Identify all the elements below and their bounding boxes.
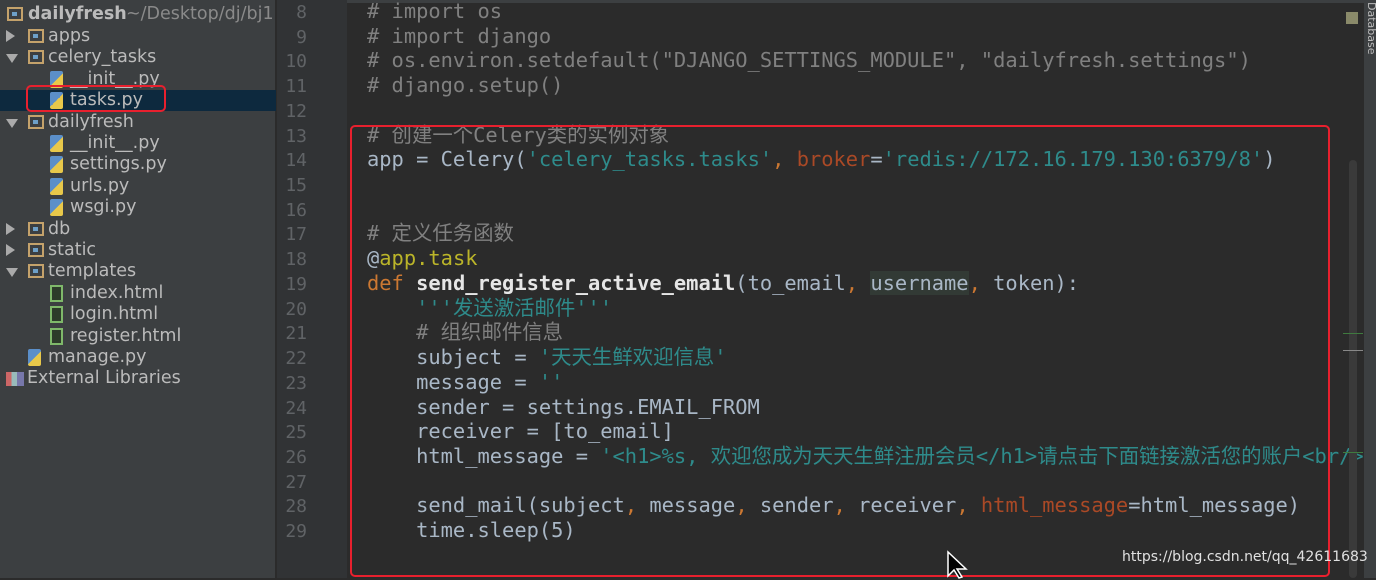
python-file-icon <box>50 156 63 174</box>
tree-item-label: settings.py <box>70 154 167 175</box>
watermark: https://blog.csdn.net/qq_42611683 <box>1122 549 1368 565</box>
line-number: 18 <box>285 249 307 271</box>
html-file-icon <box>50 284 63 302</box>
tree-item-label: static <box>48 240 97 260</box>
code-line: # django.setup() <box>367 73 563 98</box>
tree-item-label: db <box>48 218 71 239</box>
line-number: 15 <box>285 175 307 197</box>
highlight-box-code <box>350 125 1330 577</box>
line-number: 16 <box>285 199 307 221</box>
tree-item-label: manage.py <box>48 347 147 367</box>
python-file-icon <box>50 135 63 152</box>
folder-icon <box>7 7 23 21</box>
code-line: # import os <box>367 0 502 24</box>
tree-item[interactable]: settings.py <box>0 154 276 175</box>
code-line: # import django <box>367 24 551 49</box>
editor-scrollbar[interactable] <box>1349 160 1357 578</box>
inspection-status-icon[interactable] <box>1346 12 1358 24</box>
line-number: 25 <box>285 422 307 444</box>
tree-item[interactable]: __init__.py <box>0 133 276 154</box>
database-tab[interactable]: Database <box>1365 2 1376 55</box>
line-number-gutter: 8 9 10 11 12 13 14 15 16 17 18 19 20 21 22 23 24 25 26 27 28… <box>277 0 347 578</box>
chevron-right-icon[interactable] <box>6 222 15 235</box>
tree-item[interactable]: login.html <box>0 304 276 325</box>
code-line: # os.environ.setdefault("DJANGO_SETTINGS… <box>367 48 1251 73</box>
tree-item-label: index.html <box>70 282 164 303</box>
line-number: 8 <box>296 2 307 23</box>
root-path: ~/Desktop/dj/bj1 <box>126 4 274 24</box>
library-icon <box>6 372 24 387</box>
tree-item[interactable]: register.html <box>0 326 276 347</box>
chevron-down-icon[interactable] <box>6 54 18 64</box>
tree-item-label: External Libraries <box>27 368 181 389</box>
root-name: dailyfresh <box>28 4 127 24</box>
folder-icon <box>28 243 44 257</box>
code-token: # django.setup() <box>367 73 564 98</box>
tree-item-label: apps <box>48 26 91 46</box>
line-number: 28 <box>285 496 307 518</box>
caret-marker <box>1343 350 1363 351</box>
tree-item[interactable]: db <box>0 219 276 240</box>
chevron-down-icon[interactable] <box>6 268 18 278</box>
tree-item-label: __init__.py <box>70 133 160 153</box>
python-file-icon <box>50 199 63 217</box>
right-tool-strip <box>1364 0 1376 578</box>
folder-icon <box>28 50 44 65</box>
tree-item[interactable]: wsgi.py <box>0 197 276 218</box>
python-file-icon <box>28 349 41 366</box>
line-number: 13 <box>285 125 307 147</box>
html-file-icon <box>50 306 63 324</box>
line-number: 29 <box>285 521 307 543</box>
tree-item[interactable]: apps <box>0 26 276 47</box>
folder-icon <box>28 264 44 279</box>
line-number: 20 <box>285 298 307 320</box>
folder-icon <box>28 114 44 129</box>
tree-item-label: dailyfresh <box>48 111 134 132</box>
chevron-right-icon[interactable] <box>6 30 15 42</box>
line-number: 26 <box>285 446 307 468</box>
tree-item[interactable]: urls.py <box>0 176 276 197</box>
folder-icon <box>28 221 44 236</box>
folder-icon <box>28 29 44 43</box>
line-number: 12 <box>285 100 307 122</box>
python-file-icon <box>50 177 63 195</box>
line-number: 17 <box>285 224 307 246</box>
line-number: 14 <box>285 150 307 172</box>
tree-item[interactable]: index.html <box>0 283 276 304</box>
code-token: # import django <box>367 23 552 48</box>
change-marker <box>1343 333 1363 334</box>
line-number: 10 <box>285 51 307 73</box>
line-number: 22 <box>285 348 307 370</box>
tree-item[interactable]: static <box>0 240 276 261</box>
html-file-icon <box>50 327 63 345</box>
tree-item-label: templates <box>48 261 137 282</box>
tree-item[interactable]: manage.py <box>0 347 276 368</box>
tree-item[interactable]: celery_tasks <box>0 47 276 68</box>
change-marker <box>1343 452 1363 453</box>
tree-item-label: register.html <box>70 325 182 346</box>
tree-item[interactable]: External Libraries <box>0 368 276 389</box>
code-token: # os.environ.setdefault("DJANGO_SETTINGS… <box>367 48 1251 73</box>
tree-item-label: celery_tasks <box>48 47 157 68</box>
mouse-cursor-icon <box>947 550 968 579</box>
line-number: 23 <box>285 372 307 394</box>
line-number: 21 <box>285 323 307 345</box>
line-number: 9 <box>296 26 307 48</box>
tree-item-label: urls.py <box>70 175 130 196</box>
line-number: 24 <box>285 397 307 419</box>
highlight-box-file <box>26 85 166 112</box>
line-number: 19 <box>285 273 307 295</box>
tree-item-label: login.html <box>70 304 159 325</box>
tree-root[interactable]: dailyfresh ~/Desktop/dj/bj1 <box>0 4 276 25</box>
chevron-right-icon[interactable] <box>6 244 15 256</box>
chevron-down-icon[interactable] <box>6 118 18 128</box>
line-number: 27 <box>285 471 307 493</box>
code-token: # import os <box>367 0 503 23</box>
line-number: 11 <box>285 76 307 98</box>
tree-item[interactable]: dailyfresh <box>0 112 276 133</box>
tree-item[interactable]: templates <box>0 261 276 282</box>
tree-item-label: wsgi.py <box>70 197 137 218</box>
